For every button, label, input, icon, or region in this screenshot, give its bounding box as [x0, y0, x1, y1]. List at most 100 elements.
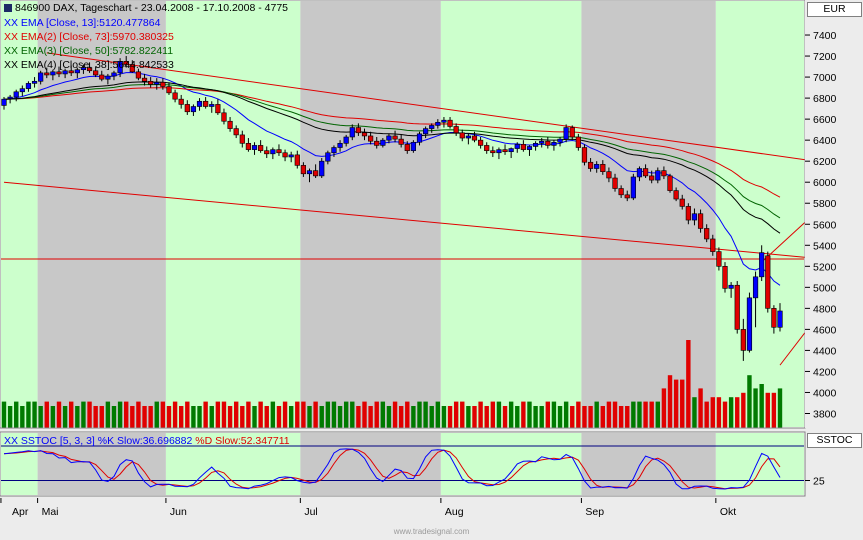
- candle-body: [636, 168, 643, 178]
- candle-body: [319, 160, 325, 177]
- volume-bar: [563, 401, 569, 428]
- volume-bar: [490, 401, 496, 428]
- price-axis[interactable]: [805, 0, 863, 428]
- candle-body: [300, 165, 307, 175]
- candle-body: [184, 104, 190, 113]
- stoch-axis-label: SSTOC: [807, 433, 862, 448]
- candle-body: [160, 82, 166, 87]
- candle-body: [453, 126, 459, 134]
- volume-bar: [185, 401, 190, 428]
- volume-bar: [576, 401, 581, 428]
- candle-body: [502, 149, 508, 153]
- candle-body: [25, 83, 32, 89]
- volume-bar: [686, 340, 691, 428]
- candle-body: [245, 143, 252, 150]
- volume-bar: [87, 401, 92, 428]
- stoch-month-band: [440, 433, 582, 495]
- volume-bar: [50, 406, 56, 428]
- volume-bar: [56, 401, 62, 428]
- candle-body: [441, 119, 447, 123]
- volume-bar: [716, 397, 722, 428]
- volume-bar: [527, 401, 532, 428]
- candle-body: [111, 72, 117, 77]
- footer[interactable]: www.tradesignal.com: [0, 527, 863, 536]
- volume-bar: [551, 401, 557, 428]
- volume-bar: [600, 406, 606, 428]
- candle-body: [765, 255, 771, 309]
- chart-title: 846900 DAX, Tageschart - 23.04.2008 - 17…: [4, 2, 288, 14]
- candle-body: [392, 135, 398, 140]
- volume-bar: [1, 401, 7, 428]
- volume-bar: [661, 388, 667, 428]
- candle-body: [526, 146, 533, 150]
- legend-ema73[interactable]: XX EMA(2) [Close, 73]:5970.380325: [4, 30, 174, 44]
- volume-bar: [392, 401, 398, 428]
- volume-bar: [368, 406, 373, 428]
- month-label: Jul: [304, 506, 317, 518]
- volume-bar: [417, 401, 422, 428]
- volume-bar: [197, 406, 202, 428]
- candle-body: [655, 170, 661, 181]
- legend-stoch[interactable]: XX SSTOC [5, 3, 3] %K Slow:36.696882 %D …: [4, 434, 290, 448]
- candle-body: [306, 170, 313, 175]
- volume-bar: [282, 401, 288, 428]
- candle-body: [545, 140, 551, 146]
- candle-body: [398, 138, 404, 145]
- candle-body: [551, 141, 557, 146]
- legend-ema50[interactable]: XX EMA(3) [Close, 50]:5782.822411: [4, 44, 173, 58]
- candle-body: [215, 104, 221, 114]
- candle-body: [667, 175, 673, 191]
- candle-body: [496, 149, 502, 154]
- candle-body: [600, 164, 606, 172]
- volume-bar: [142, 406, 147, 428]
- candle-body: [740, 329, 746, 351]
- month-label: Sep: [585, 506, 604, 518]
- volume-bar: [386, 406, 392, 428]
- candle-body: [710, 238, 716, 252]
- candle-body: [429, 125, 435, 129]
- candle-body: [484, 145, 490, 151]
- candle-body: [233, 128, 239, 136]
- volume-bar: [44, 401, 49, 428]
- candle-body: [1, 98, 7, 106]
- volume-bar: [405, 401, 410, 428]
- candle-body: [203, 100, 209, 107]
- volume-bar: [539, 406, 544, 428]
- candle-body: [777, 310, 783, 328]
- volume-bar: [160, 401, 166, 428]
- volume-bar: [398, 406, 404, 428]
- symbol-square-icon: [4, 4, 12, 13]
- candle-body: [569, 127, 575, 138]
- volume-bar: [331, 401, 337, 428]
- candle-body: [282, 152, 288, 158]
- price-tick-label: 6200: [813, 156, 837, 168]
- candle-body: [264, 150, 270, 155]
- candle-body: [539, 140, 545, 144]
- candle-body: [19, 88, 25, 93]
- legend-ema38[interactable]: XX EMA(4) [Close, 38]:5644.842533: [4, 58, 174, 72]
- candle-body: [380, 139, 386, 146]
- month-label: Jun: [170, 506, 187, 518]
- volume-bar: [288, 406, 294, 428]
- candle-body: [587, 161, 594, 169]
- price-tick-label: 5200: [813, 261, 837, 273]
- stoch-axis-text: SSTOC: [816, 434, 853, 446]
- month-label: Apr: [12, 506, 29, 518]
- volume-bar: [215, 401, 221, 428]
- price-tick-label: 6600: [813, 114, 837, 126]
- price-tick-label: 7400: [813, 30, 837, 42]
- month-band: [300, 1, 441, 427]
- legend-ema13[interactable]: XX EMA [Close, 13]:5120.477864: [4, 16, 160, 30]
- time-axis[interactable]: [0, 498, 805, 526]
- candle-body: [227, 120, 233, 129]
- volume-bar: [166, 406, 172, 428]
- price-tick-label: 4200: [813, 366, 837, 378]
- volume-bar: [429, 406, 434, 428]
- volume-bar: [246, 401, 251, 428]
- volume-bar: [435, 401, 441, 428]
- volume-bar: [252, 406, 257, 428]
- volume-bar: [380, 401, 386, 428]
- volume-bar: [777, 388, 783, 428]
- volume-bar: [337, 406, 343, 428]
- volume-bar: [618, 406, 624, 428]
